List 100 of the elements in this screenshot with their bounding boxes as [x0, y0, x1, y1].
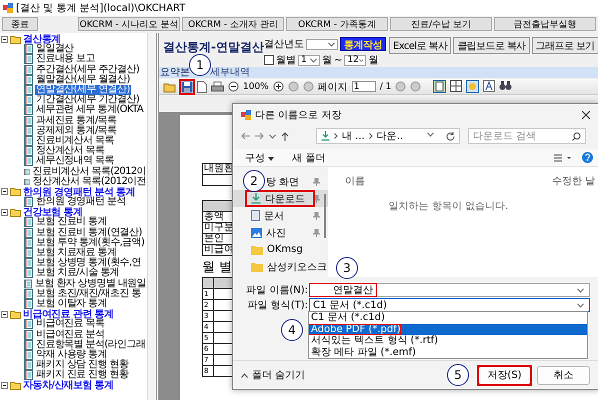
new-folder-button[interactable]: 새 폴더	[292, 150, 326, 164]
tree-item[interactable]: 보험 진료비 통계(연결산)	[35, 228, 143, 238]
tree-item[interactable]: 보험 진료비 통계	[35, 217, 108, 228]
toolbar-button[interactable]: 종료	[2, 17, 38, 31]
organize-menu[interactable]: 구성	[245, 150, 274, 164]
nav-pane-item[interactable]: 탕 화면	[266, 174, 300, 188]
binoculars-icon[interactable]	[499, 80, 512, 91]
expander[interactable]	[1, 382, 8, 389]
pin-icon[interactable]	[313, 194, 320, 202]
monthly-checkbox[interactable]	[264, 55, 274, 65]
tree-item[interactable]: 정산계산서 목록(2012이전	[32, 176, 148, 187]
refresh-icon[interactable]	[446, 132, 455, 140]
toolbar-button[interactable]: OKCRM - 가족통계	[286, 17, 388, 31]
cancel-button[interactable]: 취소	[537, 366, 590, 384]
open-folder-icon[interactable]	[163, 80, 177, 92]
pin-icon[interactable]	[313, 228, 320, 236]
tree-item[interactable]: 보험 치료재료 통계	[35, 248, 118, 258]
nav-pane-item[interactable]: OKmsg	[267, 244, 303, 255]
nav-pane-item[interactable]: 문서	[264, 208, 284, 222]
up-icon[interactable]	[281, 132, 289, 140]
help-icon[interactable]	[582, 152, 593, 163]
tree-item[interactable]: 세무신정내역 목록	[35, 156, 115, 166]
tree-item[interactable]: 과세진료 통계/목록	[35, 116, 118, 126]
tree-item[interactable]: 한의원 경영패턴 분석	[35, 197, 127, 208]
tab[interactable]: 요약본	[160, 68, 190, 78]
tree-item[interactable]: 보험 초진/재진/재초진 통	[35, 288, 142, 299]
tree-item[interactable]: 기간결산(세무 기간결산)	[35, 95, 140, 106]
year-dropdown[interactable]	[306, 38, 338, 50]
tree-group[interactable]: 자동차/산재보험 통계	[23, 378, 114, 392]
text-select-icon[interactable]	[483, 80, 495, 92]
print-icon[interactable]	[211, 80, 224, 92]
close-icon[interactable]	[582, 111, 590, 119]
tree-item[interactable]: 진료비계산서 목록	[35, 136, 115, 146]
view-menu-icon[interactable]	[554, 154, 572, 162]
forward-icon[interactable]	[255, 132, 264, 140]
generate-button[interactable]: 통계작성	[340, 37, 386, 51]
tab[interactable]: 세부내역	[210, 68, 250, 78]
next-page-icon[interactable]	[395, 81, 406, 92]
file-type-dropdown[interactable]: C1 문서 (*.c1d)	[309, 298, 590, 312]
tree-item[interactable]: 진료항목별 분석(라인그래	[35, 340, 146, 350]
tree-item[interactable]: 주간결산(세무 주간결산)	[35, 64, 140, 75]
first-page-icon[interactable]	[288, 81, 299, 92]
copy-button[interactable]: 클립보드로 복사	[453, 37, 530, 54]
expander[interactable]	[1, 310, 8, 318]
zoom-out-icon[interactable]	[228, 81, 239, 92]
toolbar-button[interactable]: OKCRM - 소개자 관리	[182, 17, 284, 31]
copy-button[interactable]: 그래프로 보기	[532, 37, 598, 54]
tree-item[interactable]: 비급여진료 목록	[35, 319, 106, 330]
tree-item[interactable]: 보험 투약 통계(횟수,금액)	[35, 238, 146, 248]
scrollbar[interactable]	[324, 194, 326, 238]
single-page-icon[interactable]	[433, 80, 446, 93]
nav-pane-item[interactable]: 사진	[266, 226, 286, 240]
search-field[interactable]: 다운로드 검색	[468, 128, 586, 144]
toolbar-button[interactable]: OKCRM - 시나리오 분석	[78, 17, 180, 31]
tree-item[interactable]: 진료내용 보고	[35, 54, 96, 64]
expander[interactable]	[1, 208, 8, 216]
back-icon[interactable]	[241, 132, 250, 140]
scrollbar[interactable]	[147, 33, 156, 400]
copy-button[interactable]: Excel로 복사	[388, 37, 452, 54]
month-dropdown[interactable]: 12	[344, 54, 366, 66]
breadcrumb[interactable]: 다운..	[376, 129, 404, 143]
toolbar-button[interactable]: 금전출납부실행	[494, 17, 596, 31]
previous-page-icon[interactable]	[302, 81, 314, 92]
file-name-field[interactable]: 연말결산	[309, 283, 590, 297]
column-header[interactable]: 수정한 날	[552, 174, 595, 188]
tree-item[interactable]: 세무관련 세무 통계(OKTA	[35, 105, 144, 116]
tree-item[interactable]: 비급여진료 분석	[35, 330, 106, 340]
multi-page-icon[interactable]	[450, 80, 462, 92]
page-field[interactable]: 1	[352, 81, 376, 92]
zoom-in-icon[interactable]	[272, 81, 284, 92]
month-dropdown[interactable]: 1	[298, 54, 320, 66]
nav-pane-item[interactable]: 삼성키오스크	[267, 260, 327, 274]
tree-item[interactable]: 약재 사용량 통계	[35, 350, 108, 360]
hide-folders-toggle[interactable]: 폴더 숨기기	[252, 368, 306, 382]
tree-item[interactable]: 패키지 상담 진행 현황	[35, 360, 130, 370]
dropdown-option[interactable]: 서식있는 텍스트 형식 (*.rtf)	[309, 335, 587, 346]
tree-item[interactable]: 보험 이탈자 통계	[35, 298, 108, 309]
nav-pane-item[interactable]: 다운로드	[233, 190, 328, 207]
pin-icon[interactable]	[313, 212, 320, 220]
tree-item[interactable]: 보험 치료/시술 통계	[35, 268, 120, 278]
tree-item[interactable]: 보험 환자 상병명별 내원일	[34, 278, 148, 289]
dropdown-option[interactable]: 확장 메타 파일 (*.emf)	[309, 346, 587, 358]
page-icon[interactable]	[197, 80, 207, 92]
pin-icon[interactable]	[313, 178, 320, 186]
tree-item[interactable]: 연말결산(세무 연결산)	[35, 85, 131, 96]
address-bar[interactable]: 내 ... 다운..	[316, 128, 460, 144]
breadcrumb[interactable]: 내 ...	[342, 129, 365, 143]
tree-item[interactable]: 일일결산	[35, 44, 75, 54]
zoom-dropdown[interactable]: 100%	[243, 82, 269, 92]
tree-item[interactable]: 진료비계산서 목록(2012이	[32, 166, 148, 177]
dropdown-option[interactable]: Adobe PDF (*.pdf)	[309, 324, 587, 335]
expander[interactable]	[1, 36, 8, 43]
expander[interactable]	[1, 188, 8, 196]
tree-item[interactable]: 패키지 진료 진행 현황	[35, 370, 130, 380]
dropdown-option[interactable]: C1 문서 (*.c1d)	[309, 312, 587, 324]
last-page-icon[interactable]	[410, 81, 422, 92]
save-button[interactable]: 저장(S)	[478, 366, 531, 384]
tree-item[interactable]: 월말결산(세무 월결산)	[35, 74, 131, 85]
hand-icon[interactable]	[466, 80, 479, 93]
tree-item[interactable]: 정산계산서 목록	[35, 146, 106, 156]
